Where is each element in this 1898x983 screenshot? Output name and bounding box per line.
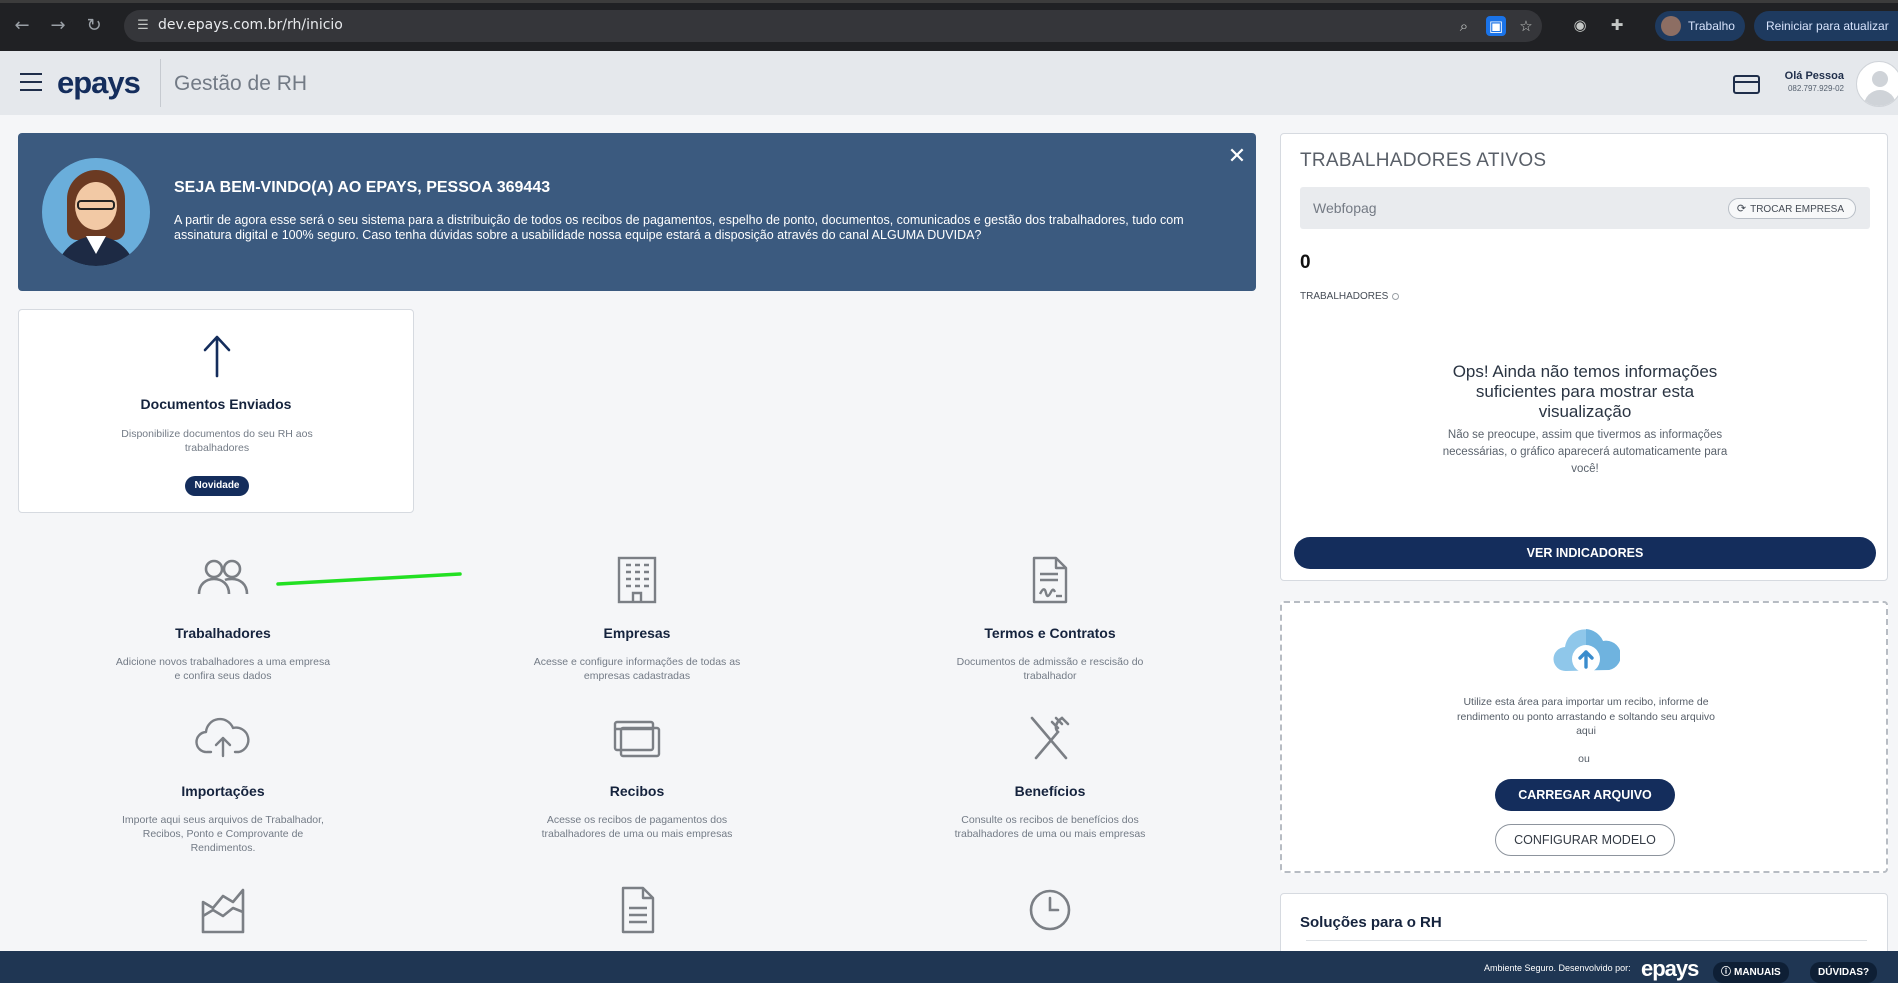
url-text[interactable]: dev.epays.com.br/rh/inicio	[158, 17, 343, 33]
reload-icon[interactable]: ↻	[82, 14, 106, 38]
app-header: epays Gestão de RH Olá Pessoa 082.797.92…	[0, 51, 1898, 115]
item-description: Importe aqui seus arquivos de Trabalhado…	[122, 814, 324, 854]
profile-label: Trabalho	[1688, 19, 1735, 33]
workers-count: 0	[1300, 252, 1311, 273]
site-settings-icon[interactable]: ☰	[134, 17, 152, 35]
footer-logo: epays	[1641, 956, 1699, 981]
duvidas-label: DÚVIDAS?	[1818, 967, 1870, 978]
back-icon[interactable]: ←	[10, 14, 34, 38]
user-greeting: Olá Pessoa	[1784, 70, 1844, 82]
documentos-item[interactable]	[507, 886, 767, 939]
solutions-title: Soluções para o RH	[1300, 914, 1442, 931]
forward-icon[interactable]: →	[46, 14, 70, 38]
clock-icon	[1029, 889, 1071, 931]
welcome-banner: SEJA BEM-VINDO(A) AO EPAYS, PESSOA 36944…	[18, 133, 1256, 291]
item-description: Acesse e configure informações de todas …	[533, 656, 741, 682]
manuais-button[interactable]: ⓘ MANUAIS	[1713, 962, 1789, 983]
footer: Ambiente Seguro. Desenvolvido por: epays…	[0, 951, 1898, 983]
footer-text: Ambiente Seguro. Desenvolvido por:	[1484, 963, 1631, 973]
refresh-icon: ⟳	[1736, 202, 1747, 215]
carregar-arquivo-button[interactable]: CARREGAR ARQUIVO	[1495, 779, 1675, 811]
welcome-title: SEJA BEM-VINDO(A) AO EPAYS, PESSOA 36944…	[174, 179, 551, 196]
cloud-upload-icon	[1553, 629, 1620, 673]
company-selector: Webfopag ⟳ TROCAR EMPRESA	[1300, 187, 1870, 229]
trocar-empresa-button[interactable]: ⟳ TROCAR EMPRESA	[1727, 198, 1856, 219]
panel-title: TRABALHADORES ATIVOS	[1300, 150, 1547, 171]
termos-contratos-item[interactable]: Termos e Contratos Documentos de admissã…	[920, 556, 1180, 683]
user-avatar[interactable]	[1856, 61, 1898, 107]
chart-area-icon	[201, 888, 245, 934]
trocar-empresa-label: TROCAR EMPRESA	[1750, 204, 1844, 215]
close-icon[interactable]: ✕	[1227, 146, 1247, 168]
solucoes-rh-card: Soluções para o RH	[1280, 893, 1888, 953]
welcome-text: A partir de agora esse será o seu sistem…	[174, 213, 1184, 242]
workers-count-label: TRABALHADORES	[1300, 291, 1400, 302]
duvidas-button[interactable]: DÚVIDAS?	[1810, 962, 1878, 983]
extensions-puzzle-icon[interactable]: ✚	[1607, 15, 1627, 35]
item-description: Consulte os recibos de benefícios dos tr…	[954, 814, 1146, 840]
upload-or: ou	[1578, 753, 1590, 765]
item-description: Adicione novos trabalhadores a uma empre…	[115, 656, 331, 682]
epays-logo[interactable]: epays	[57, 65, 141, 101]
install-app-icon[interactable]: ▣	[1486, 16, 1506, 36]
assistant-avatar	[42, 158, 150, 266]
empty-state-description: Não se preocupe, assim que tivermos as i…	[1442, 429, 1728, 475]
profile-button[interactable]: Trabalho	[1655, 11, 1745, 41]
ponto-item[interactable]	[920, 886, 1180, 939]
beneficios-item[interactable]: Benefícios Consulte os recibos de benefí…	[920, 714, 1180, 841]
extension-icon[interactable]: ◉	[1570, 15, 1590, 35]
document-icon	[621, 886, 655, 934]
address-bar[interactable]: ☰ dev.epays.com.br/rh/inicio ⌕ ▣ ☆	[124, 10, 1542, 42]
company-name: Webfopag	[1313, 200, 1377, 216]
ver-indicadores-button[interactable]: VER INDICADORES	[1294, 537, 1876, 569]
card-description: Disponibilize documentos do seu RH aos t…	[121, 428, 313, 454]
upload-dropzone[interactable]: Utilize esta área para importar um recib…	[1280, 601, 1888, 873]
manuais-label: MANUAIS	[1734, 967, 1781, 978]
empty-state-title: Ops! Ainda não temos informações suficie…	[1452, 362, 1718, 421]
info-icon[interactable]	[1392, 292, 1400, 300]
item-title: Termos e Contratos	[984, 625, 1116, 641]
question-icon: ⓘ	[1721, 967, 1731, 978]
arrow-up-icon	[203, 335, 231, 378]
item-title: Empresas	[603, 625, 671, 641]
importacoes-item[interactable]: Importações Importe aqui seus arquivos d…	[93, 714, 353, 855]
item-title: Importações	[181, 783, 265, 799]
solutions-divider	[1306, 940, 1867, 941]
user-cpf: 082.797.929-02	[1787, 84, 1844, 93]
recibos-item[interactable]: Recibos Acesse os recibos de pagamentos …	[507, 714, 767, 841]
item-description: Acesse os recibos de pagamentos dos trab…	[541, 814, 733, 840]
item-title: Benefícios	[1014, 783, 1086, 799]
tab-strip-edge	[0, 0, 1898, 3]
annotation-line	[276, 572, 462, 586]
credit-card-icon[interactable]	[1733, 75, 1760, 94]
profile-avatar	[1661, 16, 1681, 36]
app-title: Gestão de RH	[174, 72, 308, 95]
zoom-icon[interactable]: ⌕	[1454, 16, 1474, 36]
item-title: Trabalhadores	[175, 625, 271, 641]
card-title: Documentos Enviados	[140, 396, 292, 412]
contract-icon	[1032, 556, 1068, 604]
users-icon	[197, 559, 249, 595]
restart-update-button[interactable]: Reiniciar para atualizar	[1754, 11, 1898, 41]
item-description: Documentos de admissão e rescisão do tra…	[956, 656, 1144, 682]
building-icon	[617, 556, 657, 604]
browser-toolbar: ← → ↻ ☰ dev.epays.com.br/rh/inicio ⌕ ▣ ☆…	[0, 0, 1898, 51]
novidade-badge: Novidade	[185, 476, 249, 496]
documentos-enviados-card[interactable]: Documentos Enviados Disponibilize docume…	[18, 309, 414, 513]
upload-instructions: Utilize esta área para importar um recib…	[1456, 696, 1715, 737]
bookmark-star-icon[interactable]: ☆	[1516, 16, 1536, 36]
cloud-upload-icon	[195, 717, 250, 758]
count-label-text: TRABALHADORES	[1300, 291, 1389, 302]
utensils-icon	[1030, 716, 1070, 760]
trabalhadores-ativos-panel: TRABALHADORES ATIVOS Webfopag ⟳ TROCAR EM…	[1280, 133, 1888, 581]
item-title: Recibos	[609, 783, 665, 799]
receipts-icon	[613, 720, 661, 758]
header-divider	[160, 59, 161, 107]
indicadores-item[interactable]	[93, 886, 353, 939]
menu-icon[interactable]	[20, 73, 42, 91]
empresas-item[interactable]: Empresas Acesse e configure informações …	[507, 556, 767, 683]
configurar-modelo-button[interactable]: CONFIGURAR MODELO	[1495, 824, 1675, 856]
